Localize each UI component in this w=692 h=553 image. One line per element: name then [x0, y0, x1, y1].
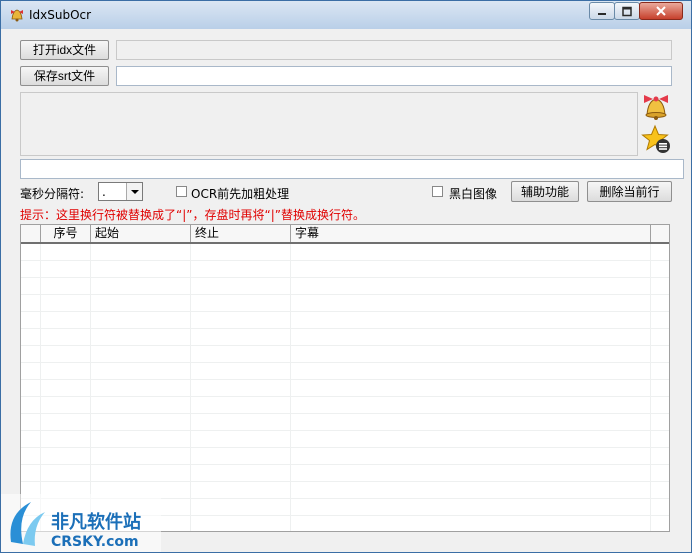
table-body[interactable] — [21, 244, 669, 531]
hint-text: 提示：这里换行符被替换成了“|”，存盘时再将“|”替换成换行符。 — [20, 208, 365, 222]
close-button[interactable] — [639, 2, 683, 20]
delete-row-button[interactable]: 删除当前行 — [587, 181, 672, 202]
maximize-button[interactable] — [614, 2, 640, 20]
minimize-button[interactable] — [589, 2, 615, 20]
star-list-icon[interactable] — [641, 124, 671, 154]
ocr-bold-label[interactable]: OCR前先加粗处理 — [191, 185, 289, 202]
watermark-domain: CRSKY.com — [51, 534, 139, 550]
minimize-icon — [598, 13, 606, 15]
column-header-index[interactable]: 序号 — [41, 225, 91, 242]
column-divider — [40, 244, 41, 531]
ms-separator-label: 毫秒分隔符: — [20, 187, 85, 201]
aux-functions-button[interactable]: 辅助功能 — [511, 181, 579, 202]
save-srt-button[interactable]: 保存srt文件 — [20, 66, 109, 86]
ms-separator-value: . — [102, 185, 106, 199]
column-header-end[interactable]: 终止 — [191, 225, 291, 242]
column-divider — [90, 244, 91, 531]
open-idx-button[interactable]: 打开idx文件 — [20, 40, 109, 60]
srt-path-field[interactable] — [116, 66, 672, 86]
crsky-watermark-logo: 非凡软件站 CRSKY.com — [1, 494, 161, 552]
idx-path-field[interactable] — [116, 40, 672, 60]
column-divider — [190, 244, 191, 531]
subtitle-table[interactable]: 序号 起始 终止 字幕 — [20, 224, 670, 532]
main-window: IdxSubOcr 打开idx文件 保存srt文件 毫秒分隔符: . OCR前先… — [0, 0, 692, 553]
column-divider — [650, 244, 651, 531]
table-header: 序号 起始 终止 字幕 — [21, 225, 669, 244]
ms-separator-select[interactable]: . — [98, 182, 143, 201]
bw-image-checkbox[interactable] — [432, 186, 443, 197]
bell-icon[interactable] — [641, 91, 671, 121]
watermark-brand: 非凡软件站 — [51, 511, 141, 533]
ocr-bold-checkbox[interactable] — [176, 186, 187, 197]
title-bar[interactable]: IdxSubOcr — [1, 1, 691, 29]
column-header-start[interactable]: 起始 — [91, 225, 191, 242]
chevron-down-icon[interactable] — [126, 183, 142, 200]
bell-app-icon — [11, 9, 23, 22]
window-title: IdxSubOcr — [29, 8, 92, 22]
column-divider — [290, 244, 291, 531]
bw-image-label[interactable]: 黑白图像 — [449, 185, 497, 202]
column-header-indicator[interactable] — [21, 225, 41, 242]
image-preview-panel — [20, 92, 638, 156]
client-area: 打开idx文件 保存srt文件 毫秒分隔符: . OCR前先加粗处理 黑白图像 … — [8, 31, 684, 547]
close-icon — [656, 6, 666, 16]
column-header-subtitle[interactable]: 字幕 — [291, 225, 651, 242]
maximize-icon — [622, 6, 632, 17]
subtitle-edit-field[interactable] — [20, 159, 684, 179]
